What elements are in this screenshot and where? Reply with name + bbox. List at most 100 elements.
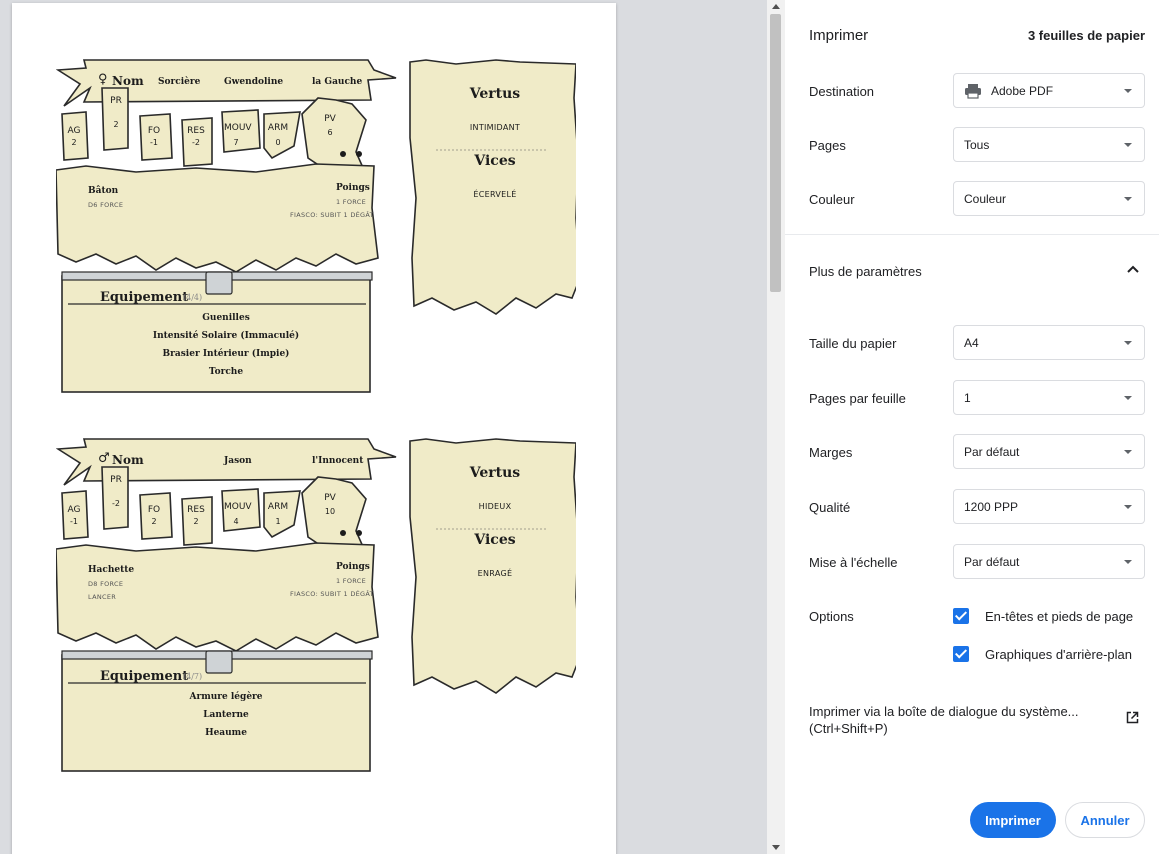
stat-label: PV [324,493,336,503]
weapon-left-name: Bâton [88,186,119,196]
equipment-count: (4/4) [183,293,203,302]
character-epithet: l'Innocent [312,456,364,466]
margins-select[interactable]: Par défaut [953,434,1145,469]
margins-value: Par défaut [964,444,1020,459]
gender-icon: ♂ [98,451,110,466]
gender-icon: ♀ [98,72,108,87]
paper-size-select[interactable]: A4 [953,325,1145,360]
virtue-value: INTIMIDANT [469,123,521,132]
stat-label: AG [67,505,81,515]
virtues-title: Vertus [469,86,521,102]
sheet-count: 3 feuilles de papier [1027,28,1145,43]
scaling-label: Mise à l'échelle [809,555,898,570]
printer-icon [965,83,981,99]
destination-label: Destination [809,84,875,99]
vices-title: Vices [474,153,516,169]
print-preview: ♀ Nom Sorcière Gwendoline la Gauche AG 2… [0,0,767,854]
cancel-button[interactable]: Annuler [1065,802,1145,838]
character-card: ♀ Nom Sorcière Gwendoline la Gauche AG 2… [56,58,576,408]
options-label: Options [809,609,854,624]
background-graphics-checkbox[interactable] [953,646,969,662]
open-external-icon[interactable] [1126,711,1139,724]
color-label: Couleur [809,192,855,207]
system-dialog-shortcut: (Ctrl+Shift+P) [809,721,888,736]
stat-value: 6 [327,128,333,137]
pages-per-sheet-value: 1 [964,390,971,405]
weapon-left-line: D6 FORCE [88,201,124,209]
background-graphics-label: Graphiques d'arrière-plan [985,647,1133,662]
paper-size-value: A4 [964,335,979,350]
stat-label: FO [147,505,161,515]
character-name: Jason [224,456,252,466]
character-name: Gwendoline [224,77,284,87]
name-label: Nom [112,74,144,88]
vice-value: ÉCERVELÉ [473,190,517,199]
pages-label: Pages [809,138,846,153]
scaling-value: Par défaut [964,554,1020,569]
preview-scrollbar[interactable] [767,0,785,854]
character-epithet: la Gauche [312,77,363,87]
chevron-down-icon [1124,143,1132,147]
stat-label: ARM [267,502,289,512]
print-button[interactable]: Imprimer [970,802,1056,838]
equipment-item: Guenilles [202,313,250,323]
weapon-right-line: FIASCO: SUBIT 1 DÉGÂT [290,590,374,598]
stat-label: PV [324,114,336,124]
color-value: Couleur [964,191,1007,206]
margins-label: Marges [809,445,853,460]
character-card: ♂ Nom Jason l'Innocent AG -1 PR -2 FO 2 … [56,437,576,787]
scroll-up-arrow-icon[interactable] [772,4,780,9]
stat-label: RES [187,505,205,515]
divider [785,234,1159,235]
headers-footers-checkbox[interactable] [953,608,969,624]
stat-value: 2 [151,517,157,526]
more-settings-toggle[interactable]: Plus de paramètres [809,264,922,279]
scaling-select[interactable]: Par défaut [953,544,1145,579]
scroll-down-arrow-icon[interactable] [772,845,780,850]
stat-label: MOUV [224,123,252,133]
name-label: Nom [112,453,144,467]
quality-label: Qualité [809,500,851,515]
pages-per-sheet-label: Pages par feuille [809,391,906,406]
stat-value: 4 [233,517,239,526]
stat-label: AG [67,126,81,136]
chevron-down-icon [1124,505,1132,509]
virtues-title: Vertus [469,465,521,481]
pages-select[interactable]: Tous [953,127,1145,162]
virtue-value: HIDEUX [478,502,512,511]
chevron-down-icon [1124,560,1132,564]
preview-page: ♀ Nom Sorcière Gwendoline la Gauche AG 2… [12,3,616,854]
pages-per-sheet-select[interactable]: 1 [953,380,1145,415]
scroll-thumb[interactable] [770,14,781,292]
stat-value: 2 [113,120,119,129]
stat-label: ARM [267,123,289,133]
vice-value: ENRAGÉ [477,569,513,578]
print-settings-panel: Imprimer 3 feuilles de papier Destinatio… [785,0,1159,854]
weapon-right-line: 1 FORCE [336,577,366,585]
quality-value: 1200 PPP [964,499,1019,514]
equipment-item: Heaume [205,728,247,738]
vices-title: Vices [474,532,516,548]
stat-value: -1 [150,138,158,147]
weapon-right-name: Poings [336,562,370,572]
weapon-right-line: FIASCO: SUBIT 1 DÉGÂT [290,211,374,219]
system-dialog-text: Imprimer via la boîte de dialogue du sys… [809,704,1079,719]
quality-select[interactable]: 1200 PPP [953,489,1145,524]
equipment-title: Equipement [100,290,189,305]
chevron-down-icon [1124,341,1132,345]
chevron-down-icon [1124,450,1132,454]
headers-footers-label: En-têtes et pieds de page [985,609,1134,624]
stat-value: 10 [324,507,336,516]
weapon-left-line: LANCER [88,593,117,601]
chevron-down-icon [1124,89,1132,93]
chevron-up-icon[interactable] [1127,265,1139,273]
equipment-item: Torche [208,367,244,377]
stat-value: 7 [233,138,239,147]
weapon-right-name: Poings [336,183,370,193]
equipment-count: (4/7) [183,672,203,681]
color-select[interactable]: Couleur [953,181,1145,216]
pages-value: Tous [964,137,990,152]
weapon-right-line: 1 FORCE [336,198,366,206]
destination-select[interactable]: Adobe PDF [953,73,1145,108]
system-dialog-link[interactable]: Imprimer via la boîte de dialogue du sys… [809,704,1079,736]
